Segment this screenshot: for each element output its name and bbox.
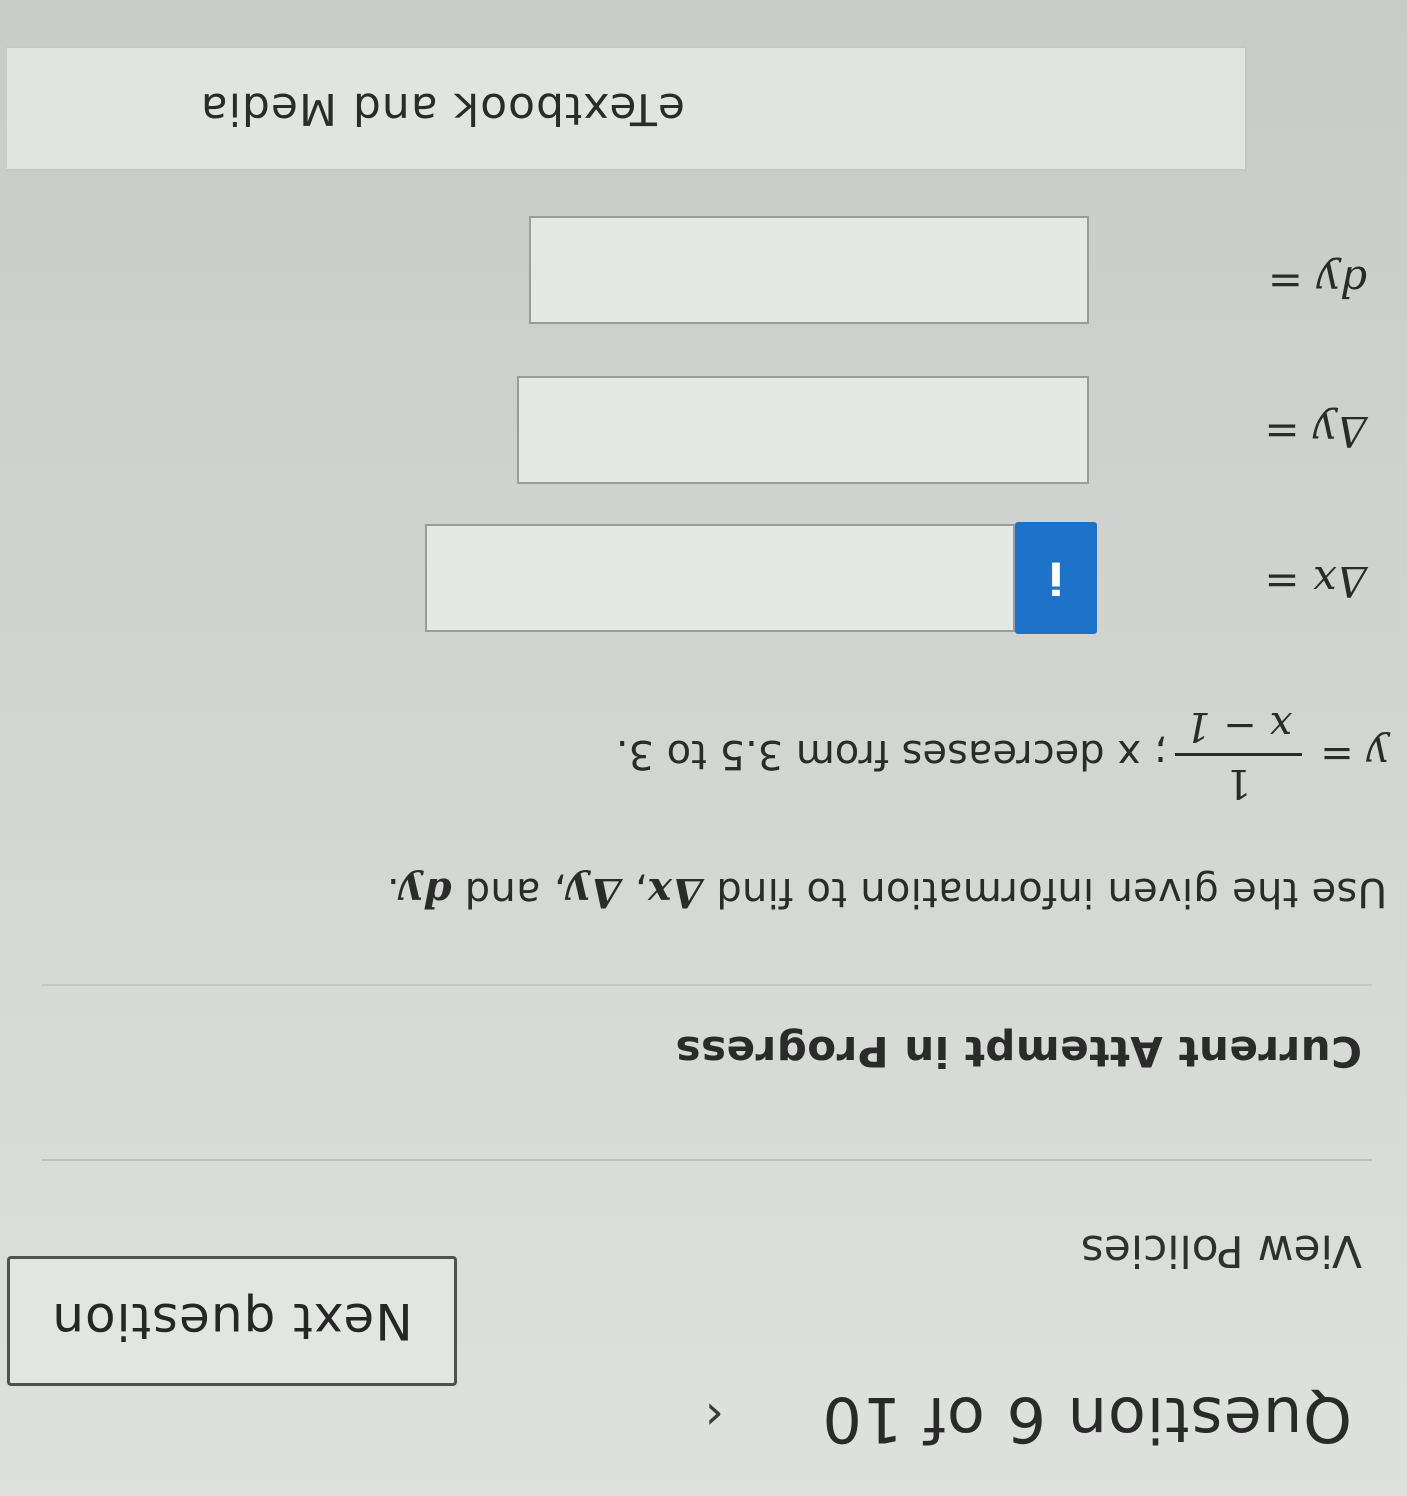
instruction-text: Use the given information to find	[703, 869, 1387, 915]
period: .	[386, 869, 400, 915]
dy-input[interactable]	[529, 216, 1089, 324]
divider	[42, 984, 1372, 986]
separator: , and	[451, 869, 567, 915]
question-page: Question 6 of 10 ‹ Next question View Po…	[0, 0, 1407, 1496]
delta-x-input[interactable]	[425, 524, 1015, 632]
problem-instruction: Use the given information to find Δx, Δy…	[387, 869, 1387, 916]
y-equals: y =	[1320, 731, 1389, 778]
delta-y-symbol: Δy	[566, 869, 622, 916]
problem-condition: ; x decreases from 3.5 to 3.	[615, 731, 1168, 778]
delta-y-input[interactable]	[517, 376, 1089, 484]
fraction: 1 x − 1	[1175, 703, 1303, 806]
info-icon[interactable]: i	[1015, 522, 1097, 634]
dy-label: dy =	[1267, 257, 1367, 306]
fraction-denominator: x − 1	[1185, 703, 1293, 749]
fraction-numerator: 1	[1225, 760, 1252, 806]
attempt-status: Current Attempt in Progress	[675, 1027, 1362, 1076]
etextbook-media-label: eTextbook and Media	[199, 83, 685, 134]
divider	[42, 1159, 1372, 1161]
separator: ,	[621, 869, 648, 915]
view-policies-link[interactable]: View Policies	[1081, 1225, 1362, 1276]
delta-y-label: Δy =	[1264, 407, 1367, 456]
fraction-bar	[1175, 753, 1303, 756]
next-question-button[interactable]: Next question	[7, 1256, 457, 1386]
delta-x-label: Δx =	[1264, 557, 1367, 606]
problem-equation: y = 1 x − 1 ; x decreases from 3.5 to 3.	[616, 703, 1389, 806]
question-counter: Question 6 of 10	[821, 1383, 1352, 1456]
etextbook-media-panel[interactable]: eTextbook and Media	[7, 46, 1247, 171]
delta-x-symbol: Δx	[647, 869, 704, 916]
dy-symbol: dy	[399, 869, 452, 916]
chevron-left-icon[interactable]: ‹	[705, 1388, 724, 1444]
